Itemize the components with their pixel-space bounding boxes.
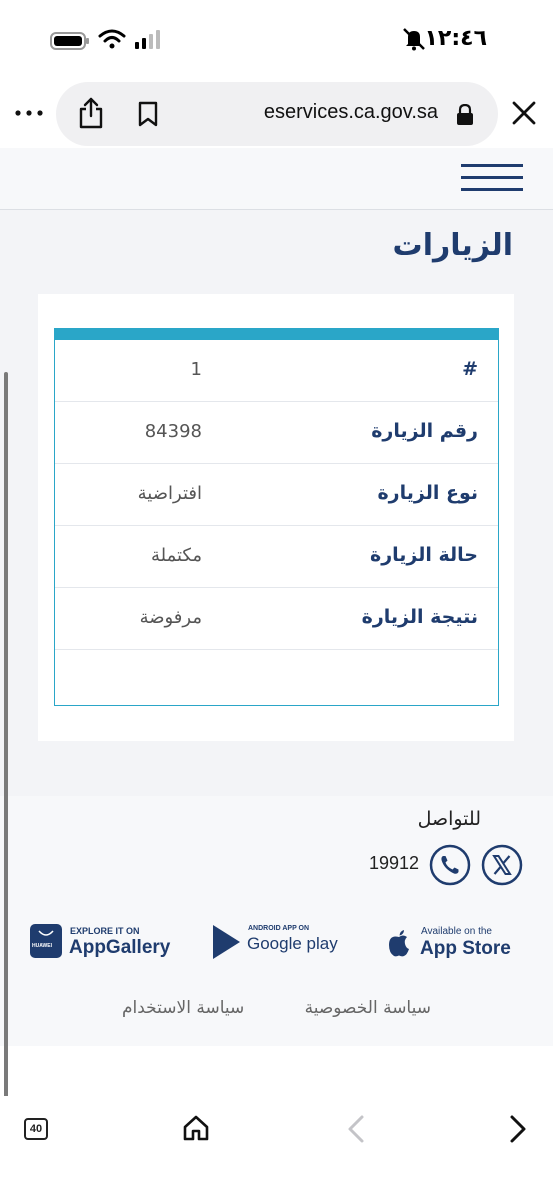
main-content: الزيارات # 1 رقم الزيارة 84398 نوع الزيا… — [0, 210, 553, 796]
site-footer: للتواصل 19912 Available on the App Store… — [0, 796, 553, 1046]
table-row: نتيجة الزيارة مرفوضة — [55, 588, 498, 650]
bell-muted-icon — [403, 28, 425, 51]
more-icon[interactable] — [12, 96, 46, 130]
phone-number[interactable]: 19912 — [369, 853, 419, 874]
hamburger-menu-icon[interactable] — [461, 162, 523, 194]
huawei-brand-text: HUAWEI — [32, 943, 52, 949]
status-time: ١٢:٤٦ — [424, 26, 487, 51]
google-play-badge[interactable]: ANDROID APP ON Google play — [211, 924, 349, 964]
app-gallery-badge[interactable]: HUAWEI EXPLORE IT ON AppGallery — [30, 924, 172, 964]
store-big-text: Google play — [247, 934, 338, 953]
wifi-icon — [98, 29, 126, 49]
store-small-text: Available on the — [421, 926, 492, 937]
store-big-text: App Store — [420, 938, 511, 959]
row-value: افتراضية — [137, 483, 202, 504]
site-header — [0, 148, 553, 210]
visits-card: # 1 رقم الزيارة 84398 نوع الزيارة افتراض… — [38, 294, 514, 741]
back-arrow-icon[interactable] — [344, 1114, 370, 1144]
home-icon[interactable] — [182, 1114, 210, 1142]
terms-of-use-link[interactable]: سياسة الاستخدام — [122, 998, 244, 1018]
phone-icon[interactable] — [429, 844, 471, 886]
app-store-badge[interactable]: Available on the App Store — [387, 924, 513, 964]
lock-icon — [457, 104, 473, 125]
bookmark-icon[interactable] — [136, 100, 160, 128]
contact-title: للتواصل — [417, 808, 481, 830]
row-value: 84398 — [144, 421, 202, 442]
share-icon[interactable] — [76, 96, 106, 130]
row-label: نوع الزيارة — [377, 482, 478, 504]
privacy-policy-link[interactable]: سياسة الخصوصية — [305, 998, 431, 1018]
row-label: حالة الزيارة — [370, 544, 478, 566]
browser-bottom-toolbar: 40 — [0, 1096, 553, 1200]
row-label: نتيجة الزيارة — [361, 606, 478, 628]
google-play-icon — [213, 925, 240, 959]
visit-table: # 1 رقم الزيارة 84398 نوع الزيارة افتراض… — [54, 328, 499, 706]
url-text: eservices.ca.gov.sa — [263, 101, 438, 123]
store-small-text: ANDROID APP ON — [248, 925, 310, 932]
battery-icon — [50, 32, 89, 50]
x-twitter-icon[interactable] — [481, 844, 523, 886]
row-value: 1 — [190, 359, 202, 380]
close-icon[interactable] — [509, 98, 539, 128]
browser-toolbar: eservices.ca.gov.sa — [0, 80, 553, 148]
tabs-button[interactable]: 40 — [24, 1118, 48, 1140]
status-bar: ١٢:٤٦ — [0, 0, 553, 80]
table-row: حالة الزيارة مكتملة — [55, 526, 498, 588]
table-row: # 1 — [55, 340, 498, 402]
forward-arrow-icon[interactable] — [504, 1114, 530, 1144]
huawei-bag-icon — [30, 924, 62, 958]
table-row: رقم الزيارة 84398 — [55, 402, 498, 464]
apple-icon — [389, 930, 409, 957]
signal-icon — [135, 30, 160, 49]
page-scrollbar[interactable] — [4, 372, 8, 1098]
row-value: مكتملة — [150, 545, 202, 566]
address-bar[interactable]: eservices.ca.gov.sa — [56, 82, 498, 146]
page-title: الزيارات — [392, 228, 513, 263]
row-label: رقم الزيارة — [371, 420, 478, 442]
table-row: نوع الزيارة افتراضية — [55, 464, 498, 526]
store-small-text: EXPLORE IT ON — [70, 926, 140, 936]
row-label: # — [462, 358, 478, 380]
store-big-text: AppGallery — [69, 937, 171, 958]
row-value: مرفوضة — [139, 607, 202, 628]
